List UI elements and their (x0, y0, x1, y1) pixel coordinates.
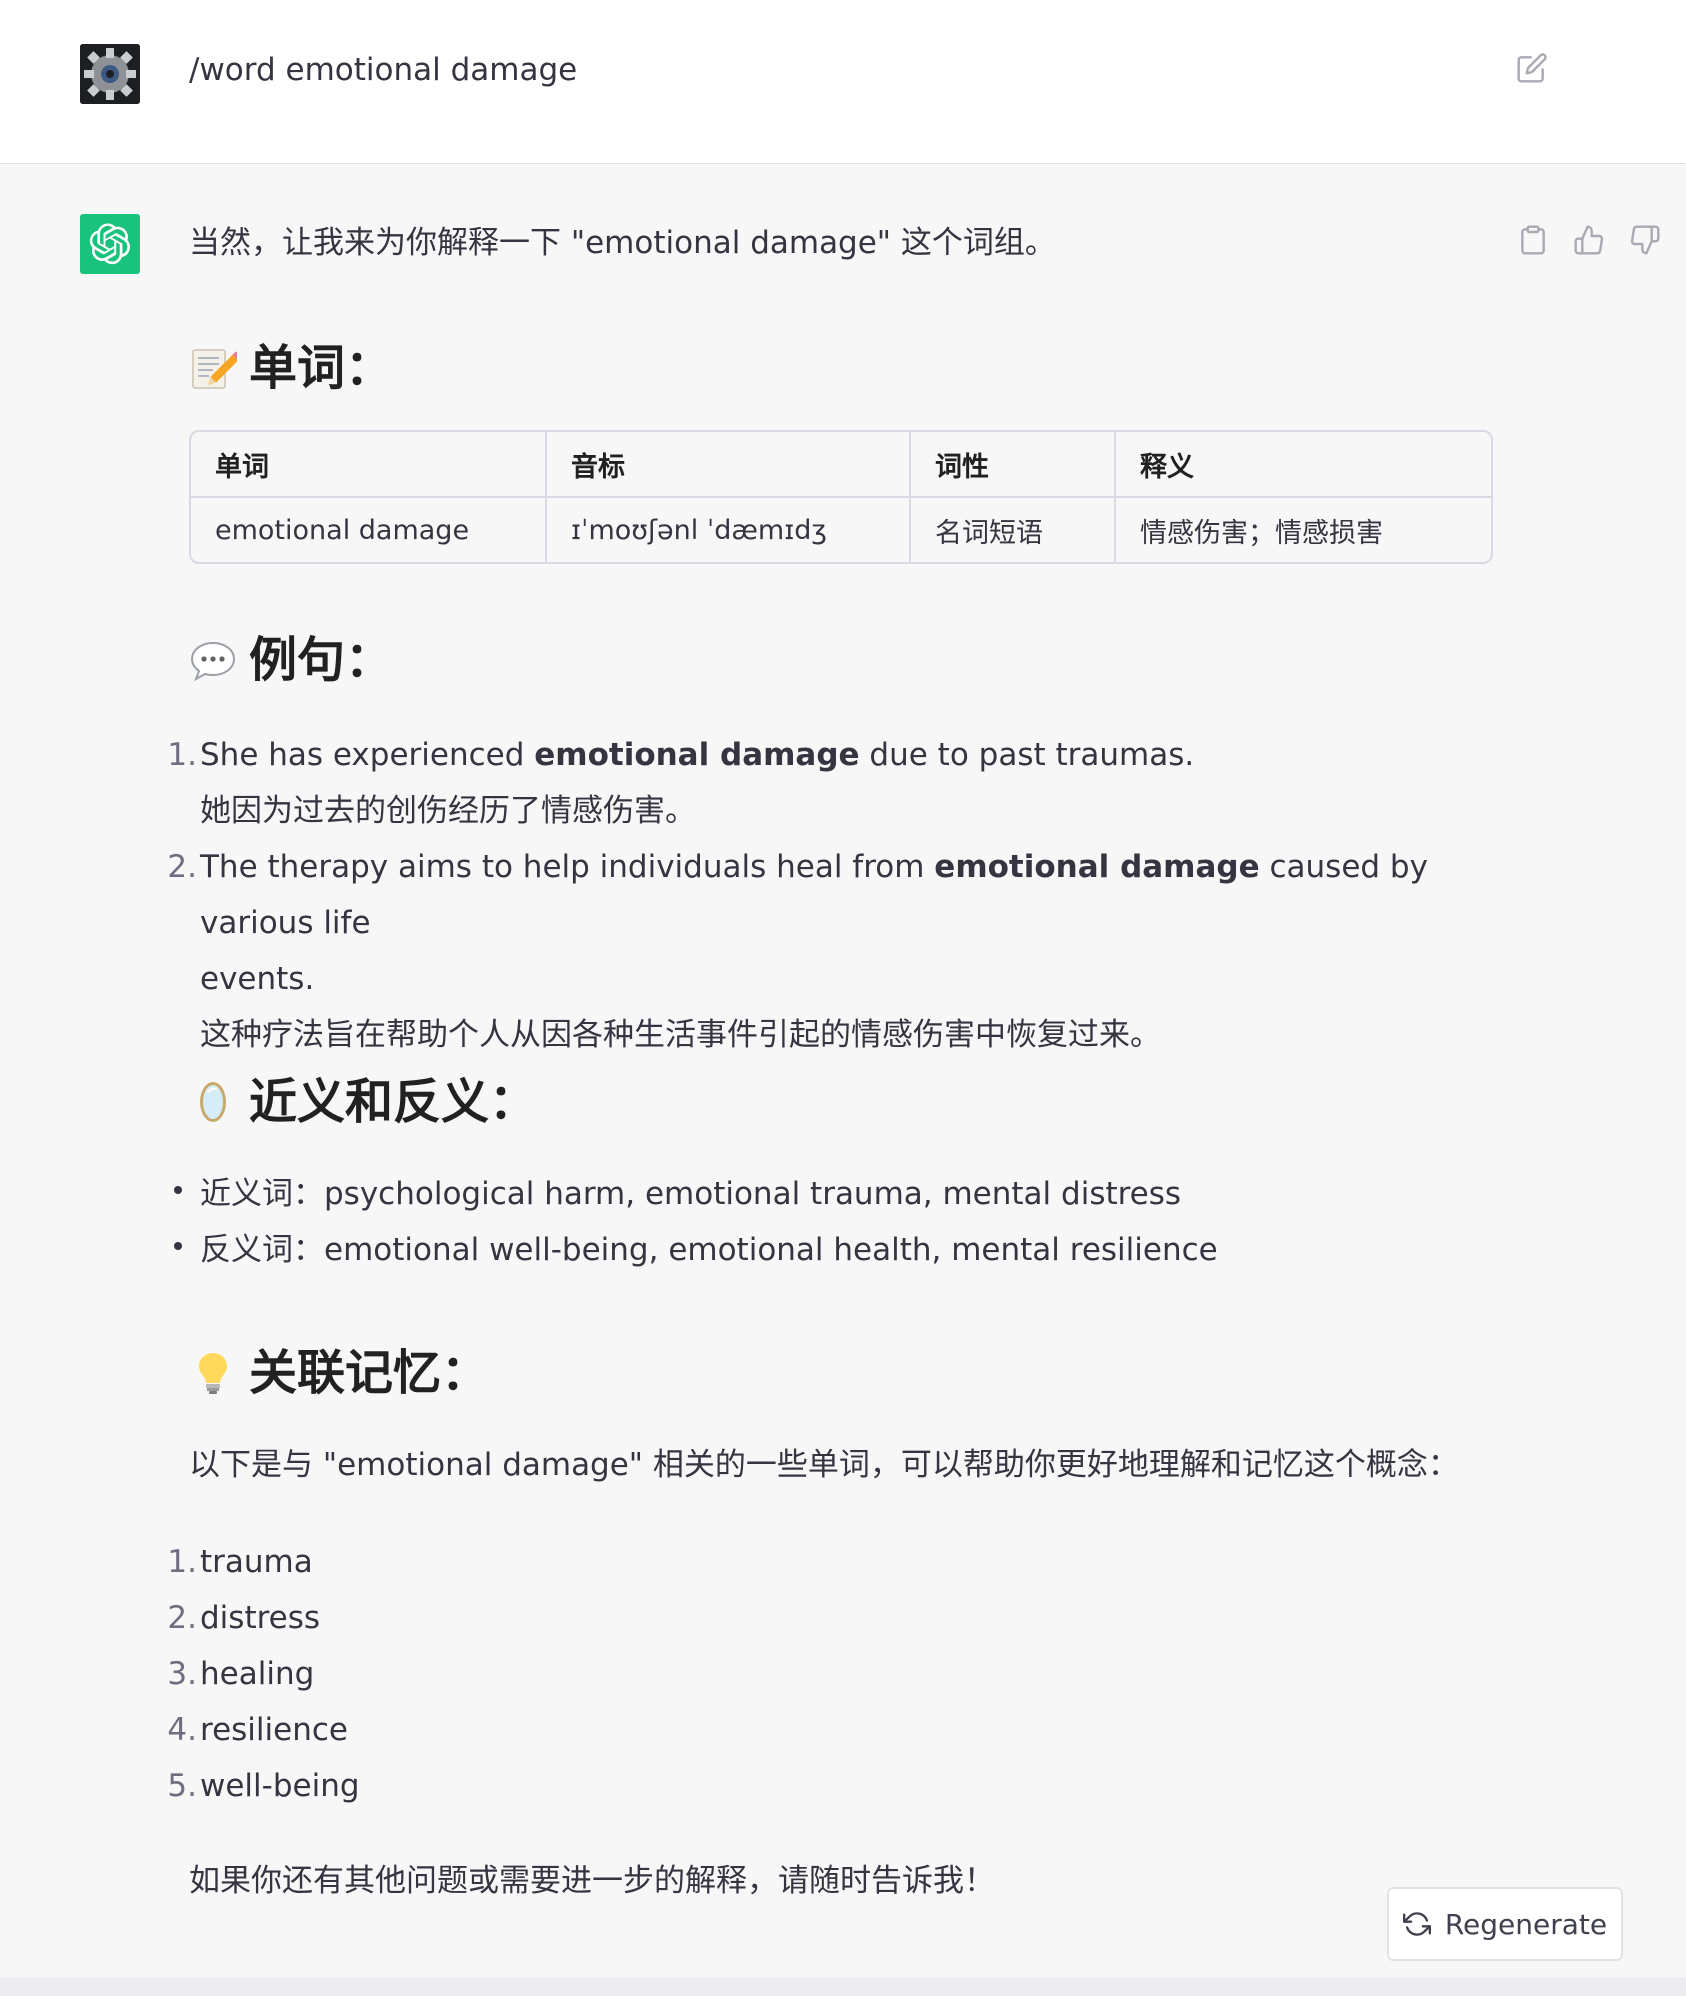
example-en-bold: emotional damage (534, 737, 860, 773)
related-word-number: 4. (167, 1712, 197, 1748)
related-word: well-being (200, 1768, 360, 1804)
example-en-bold: emotional damage (934, 849, 1260, 885)
memo-icon (192, 349, 237, 389)
memory-section-heading: 关联记忆： (189, 1343, 489, 1403)
related-word-number: 3. (167, 1656, 197, 1692)
table-header-row: 单词 音标 词性 释义 (191, 432, 1491, 498)
table-header-pos: 词性 (911, 432, 1116, 498)
table-cell-phonetic: ɪˈmoʊʃənl ˈdæmɪdʒ (547, 498, 911, 562)
table-cell-meaning: 情感伤害；情感损害 (1140, 517, 1383, 549)
memory-section-title: 关联记忆： (249, 1345, 490, 1401)
synonyms-section-heading: 近义和反义： (189, 1072, 537, 1132)
user-message-row: /word emotional damage (0, 0, 1686, 164)
assistant-intro: 当然，让我来为你解释一下 "emotional damage" 这个词组。 (189, 225, 1056, 261)
edit-message-button[interactable] (1512, 48, 1552, 88)
mirror-icon (200, 1082, 226, 1122)
examples-section-heading: 例句： (189, 630, 393, 690)
thumbs-up-button[interactable] (1569, 220, 1609, 260)
table-row: emotional damage ɪˈmoʊʃənl ˈdæmɪdʒ 名词短语 … (191, 498, 1491, 562)
word-section-heading: 单词： (189, 338, 393, 398)
example-zh: 她因为过去的创伤经历了情感伤害。 (200, 793, 696, 829)
light-bulb-icon (199, 1353, 227, 1394)
table-cell-word: emotional damage (191, 498, 547, 562)
closing-text: 如果你还有其他问题或需要进一步的解释，请随时告诉我！ (189, 1863, 995, 1899)
related-word: resilience (200, 1712, 348, 1748)
assistant-avatar (80, 214, 140, 274)
table-cell-pos: 名词短语 (911, 498, 1116, 562)
regenerate-button[interactable]: Regenerate (1387, 1887, 1623, 1961)
openai-logo-icon (89, 223, 131, 265)
example-en-text: The therapy aims to help individuals hea… (200, 849, 935, 885)
thumbs-up-icon (1574, 225, 1604, 255)
examples-section-title: 例句： (249, 632, 394, 688)
related-word: healing (200, 1656, 315, 1692)
antonym-item: 反义词：emotional well-being, emotional heal… (174, 1222, 1218, 1278)
speech-bubble-icon (190, 641, 236, 682)
synonym-value: psychological harm, emotional trauma, me… (324, 1176, 1182, 1212)
bullet-icon (174, 1242, 182, 1250)
copy-button[interactable] (1513, 220, 1553, 260)
user-avatar (80, 44, 140, 104)
gear-avatar-icon (80, 44, 140, 104)
table-header-meaning: 释义 (1116, 432, 1491, 498)
regenerate-label: Regenerate (1444, 1907, 1608, 1941)
table-header-word: 单词 (191, 432, 547, 498)
synonyms-section-title: 近义和反义： (249, 1074, 538, 1130)
word-table: 单词 音标 词性 释义 emotional damage ɪˈmoʊʃənl ˈ… (189, 430, 1493, 564)
table-header-phonetic: 音标 (547, 432, 911, 498)
example-en-wrap: events. (200, 961, 315, 997)
synonym-item: 近义词：psychological harm, emotional trauma… (174, 1166, 1182, 1222)
input-area-edge (0, 1978, 1686, 1996)
example-en: The therapy aims to help individuals hea… (200, 839, 1460, 951)
antonym-label: 反义词： (200, 1232, 324, 1268)
related-word-number: 2. (167, 1600, 197, 1636)
related-word-number: 1. (167, 1544, 197, 1580)
antonym-value: emotional well-being, emotional health, … (324, 1232, 1218, 1268)
related-word-number: 5. (167, 1768, 197, 1804)
thumbs-down-icon (1630, 225, 1660, 255)
memory-intro: 以下是与 "emotional damage" 相关的一些单词，可以帮助你更好地… (189, 1447, 1459, 1483)
refresh-icon (1402, 1912, 1431, 1936)
example-number: 1. (167, 737, 197, 773)
related-word: distress (200, 1600, 321, 1636)
related-word: trauma (200, 1544, 313, 1580)
example-zh: 这种疗法旨在帮助个人从因各种生活事件引起的情感伤害中恢复过来。 (200, 1017, 1161, 1053)
example-en: She has experienced emotional damage due… (200, 727, 1460, 783)
word-section-title: 单词： (249, 340, 394, 396)
clipboard-icon (1521, 225, 1545, 255)
synonym-label: 近义词： (200, 1176, 324, 1212)
user-message-text: /word emotional damage (189, 52, 578, 88)
example-en-text: She has experienced (200, 737, 535, 773)
thumbs-down-button[interactable] (1625, 220, 1665, 260)
bullet-icon (174, 1186, 182, 1194)
example-en-text: due to past traumas. (859, 737, 1195, 773)
edit-icon (1517, 53, 1547, 83)
example-number: 2. (167, 849, 197, 885)
